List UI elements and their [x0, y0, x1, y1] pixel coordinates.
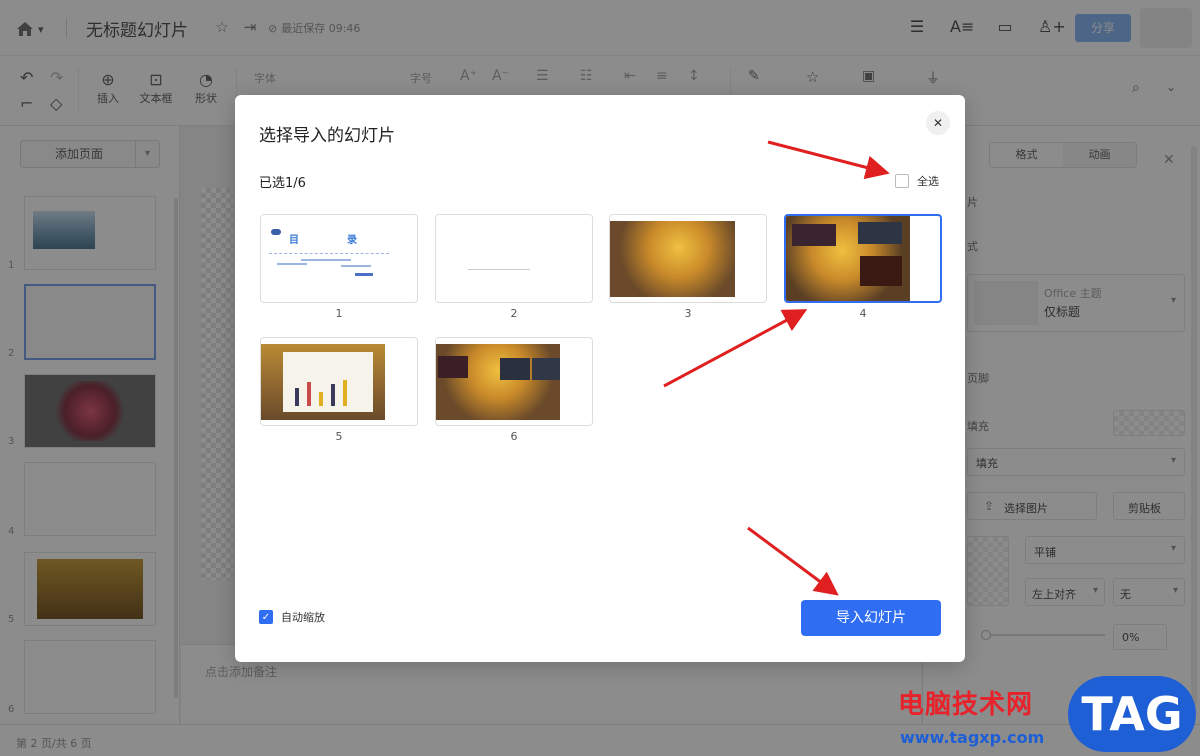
- checkbox-icon[interactable]: [895, 174, 909, 188]
- slide-option-number: 2: [510, 307, 518, 320]
- photo-3: [860, 256, 902, 286]
- slide-option-number: 1: [335, 307, 343, 320]
- decoration: [468, 269, 530, 270]
- select-all-label: 全选: [917, 175, 939, 188]
- selection-count: 已选1/6: [259, 176, 306, 191]
- photo-1: [792, 224, 836, 246]
- slide-option-2[interactable]: [435, 214, 593, 303]
- photo-1: [438, 356, 468, 378]
- slide-option-number: 3: [684, 307, 692, 320]
- close-button[interactable]: ✕: [926, 111, 950, 135]
- decoration: [301, 259, 351, 261]
- close-icon: ✕: [932, 116, 944, 130]
- slide-option-1[interactable]: 目 录: [260, 214, 418, 303]
- watermark-text: 电脑技术网: [898, 690, 1034, 720]
- photo-2: [500, 358, 530, 380]
- slide-option-number: 6: [510, 430, 518, 443]
- chart-bar: [295, 388, 299, 406]
- select-all-checkbox[interactable]: 全选: [895, 173, 939, 189]
- photo-2: [858, 222, 902, 244]
- chart-bar: [331, 384, 335, 406]
- decoration: [269, 253, 389, 255]
- slide-option-number: 4: [859, 307, 867, 320]
- chart-bar: [307, 382, 311, 406]
- auto-zoom-label: 自动缩放: [281, 611, 325, 624]
- import-slides-button[interactable]: 导入幻灯片: [801, 600, 941, 636]
- auto-zoom-checkbox[interactable]: ✓ 自动缩放: [259, 609, 325, 625]
- dialog-title: 选择导入的幻灯片: [259, 126, 395, 146]
- slide-option-5[interactable]: [260, 337, 418, 426]
- watermark-logo: TAG: [1068, 676, 1196, 752]
- slide-heading-right: 录: [347, 235, 357, 246]
- slide-heading-left: 目: [289, 235, 299, 246]
- decoration: [341, 265, 371, 267]
- decoration: [277, 263, 307, 265]
- import-slides-dialog: 选择导入的幻灯片 ✕ 已选1/6 全选 目 录 1 2 3 4 5 6 ✓ 自动…: [235, 95, 965, 662]
- watermark-url: www.tagxp.com: [900, 728, 1045, 747]
- slide-option-4[interactable]: [784, 214, 942, 303]
- chart-bar: [319, 392, 323, 406]
- slide-option-number: 5: [335, 430, 343, 443]
- decoration: [355, 273, 373, 276]
- decoration: [271, 229, 281, 235]
- chart-bar: [343, 380, 347, 406]
- autumn-image: [610, 221, 735, 297]
- slide-option-3[interactable]: [609, 214, 767, 303]
- photo-3: [532, 358, 560, 380]
- slide-option-6[interactable]: [435, 337, 593, 426]
- checkbox-icon[interactable]: ✓: [259, 610, 273, 624]
